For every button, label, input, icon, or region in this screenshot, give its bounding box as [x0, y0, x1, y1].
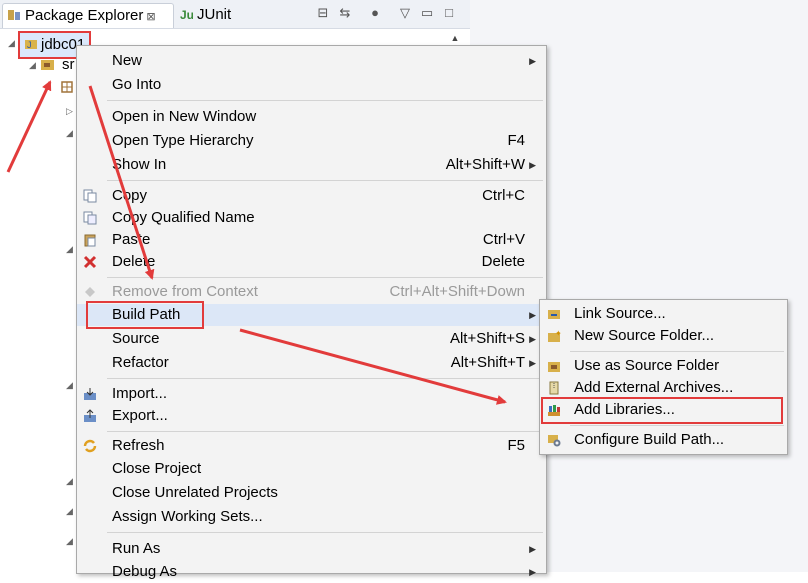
annotation-arrow [6, 80, 52, 173]
annotation-arrow [88, 85, 155, 280]
annotation-arrow [239, 328, 507, 405]
annotation-arrows [6, 80, 507, 405]
